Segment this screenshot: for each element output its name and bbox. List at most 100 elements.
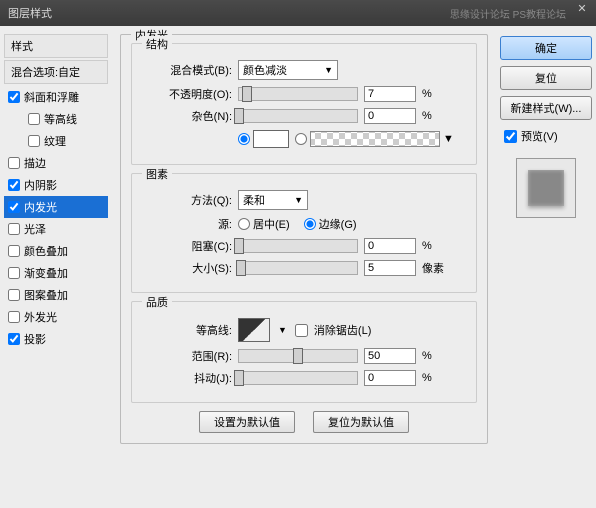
- close-icon[interactable]: ✕: [572, 2, 592, 18]
- opacity-pct: %: [422, 88, 452, 100]
- titlebar: 图层样式 思缘设计论坛 PS教程论坛 ✕: [0, 0, 596, 26]
- preview-checkbox[interactable]: [504, 130, 517, 143]
- sidebar-sub[interactable]: 混合选项:自定: [4, 60, 108, 84]
- style-checkbox[interactable]: [8, 245, 20, 257]
- range-label: 范围(R):: [142, 348, 232, 364]
- style-label: 描边: [24, 155, 46, 171]
- preview-swatch: [528, 170, 564, 206]
- jitter-label: 抖动(J):: [142, 370, 232, 386]
- style-item[interactable]: 颜色叠加: [4, 240, 108, 262]
- style-checkbox[interactable]: [8, 333, 20, 345]
- style-item[interactable]: 描边: [4, 152, 108, 174]
- structure-title: 结构: [142, 36, 172, 52]
- source-edge[interactable]: 边缘(G): [304, 216, 357, 232]
- style-checkbox[interactable]: [28, 113, 40, 125]
- jitter-pct: %: [422, 372, 452, 384]
- style-checkbox[interactable]: [8, 267, 20, 279]
- style-checkbox[interactable]: [8, 223, 20, 235]
- style-item[interactable]: 光泽: [4, 218, 108, 240]
- style-label: 斜面和浮雕: [24, 89, 79, 105]
- right-panel: 确定 复位 新建样式(W)... 预览(V): [500, 30, 592, 504]
- range-pct: %: [422, 350, 452, 362]
- inner-glow-group: 内发光 结构 混合模式(B): 颜色减淡 ▼ 不透明度(O): 7 %: [120, 34, 488, 444]
- technique-dropdown[interactable]: 柔和 ▼: [238, 190, 308, 210]
- style-checkbox[interactable]: [8, 91, 20, 103]
- elements-group: 图素 方法(Q): 柔和 ▼ 源: 居中(E) 边缘(G) 阻塞(: [131, 173, 477, 293]
- gradient-preview[interactable]: [310, 131, 440, 147]
- style-label: 内发光: [24, 199, 57, 215]
- opacity-value[interactable]: 7: [364, 86, 416, 102]
- content: 样式 混合选项:自定 斜面和浮雕等高线纹理描边内阴影内发光光泽颜色叠加渐变叠加图…: [0, 26, 596, 508]
- style-checkbox[interactable]: [8, 179, 20, 191]
- radio-center[interactable]: [238, 218, 250, 230]
- quality-group: 品质 等高线: ▼ 消除锯齿(L) 范围(R): 50 % 抖动(J):: [131, 301, 477, 403]
- opacity-label: 不透明度(O):: [142, 86, 232, 102]
- jitter-value[interactable]: 0: [364, 370, 416, 386]
- style-checkbox[interactable]: [8, 289, 20, 301]
- noise-value[interactable]: 0: [364, 108, 416, 124]
- style-item[interactable]: 等高线: [4, 108, 108, 130]
- style-checkbox[interactable]: [8, 201, 20, 213]
- preview-check[interactable]: 预览(V): [500, 126, 592, 146]
- watermark: 思缘设计论坛 PS教程论坛: [450, 6, 566, 21]
- color-swatch[interactable]: [253, 130, 289, 148]
- ok-button[interactable]: 确定: [500, 36, 592, 60]
- style-item[interactable]: 纹理: [4, 130, 108, 152]
- style-item[interactable]: 斜面和浮雕: [4, 86, 108, 108]
- noise-slider[interactable]: [238, 109, 358, 123]
- antialias-checkbox[interactable]: [295, 324, 308, 337]
- sidebar: 样式 混合选项:自定 斜面和浮雕等高线纹理描边内阴影内发光光泽颜色叠加渐变叠加图…: [4, 30, 108, 504]
- size-value[interactable]: 5: [364, 260, 416, 276]
- size-label: 大小(S):: [142, 260, 232, 276]
- contour-picker[interactable]: [238, 318, 270, 342]
- style-item[interactable]: 渐变叠加: [4, 262, 108, 284]
- size-unit: 像素: [422, 260, 452, 276]
- style-item[interactable]: 内阴影: [4, 174, 108, 196]
- choke-value[interactable]: 0: [364, 238, 416, 254]
- style-item[interactable]: 投影: [4, 328, 108, 350]
- style-label: 颜色叠加: [24, 243, 68, 259]
- blend-mode-dropdown[interactable]: 颜色减淡 ▼: [238, 60, 338, 80]
- main-panel: 内发光 结构 混合模式(B): 颜色减淡 ▼ 不透明度(O): 7 %: [112, 30, 496, 504]
- style-label: 外发光: [24, 309, 57, 325]
- opacity-slider[interactable]: [238, 87, 358, 101]
- quality-title: 品质: [142, 294, 172, 310]
- jitter-slider[interactable]: [238, 371, 358, 385]
- color-source-gradient[interactable]: ▼: [295, 131, 454, 147]
- preview-box: [516, 158, 576, 218]
- style-item[interactable]: 图案叠加: [4, 284, 108, 306]
- preview-label: 预览(V): [521, 128, 558, 144]
- sidebar-header: 样式: [4, 34, 108, 58]
- choke-pct: %: [422, 240, 452, 252]
- radio-solid[interactable]: [238, 133, 250, 145]
- style-checkbox[interactable]: [8, 157, 20, 169]
- chevron-down-icon[interactable]: ▼: [443, 133, 454, 145]
- radio-edge[interactable]: [304, 218, 316, 230]
- size-slider[interactable]: [238, 261, 358, 275]
- style-item[interactable]: 外发光: [4, 306, 108, 328]
- choke-label: 阻塞(C):: [142, 238, 232, 254]
- contour-label: 等高线:: [142, 322, 232, 338]
- style-item[interactable]: 内发光: [4, 196, 108, 218]
- noise-pct: %: [422, 110, 452, 122]
- chevron-down-icon: ▼: [324, 65, 333, 75]
- cancel-button[interactable]: 复位: [500, 66, 592, 90]
- style-checkbox[interactable]: [28, 135, 40, 147]
- range-slider[interactable]: [238, 349, 358, 363]
- style-checkbox[interactable]: [8, 311, 20, 323]
- source-center[interactable]: 居中(E): [238, 216, 290, 232]
- choke-slider[interactable]: [238, 239, 358, 253]
- radio-gradient[interactable]: [295, 133, 307, 145]
- style-label: 光泽: [24, 221, 46, 237]
- chevron-down-icon[interactable]: ▼: [276, 325, 289, 335]
- make-default-button[interactable]: 设置为默认值: [199, 411, 295, 433]
- technique-value: 柔和: [243, 192, 265, 208]
- color-source-solid[interactable]: [238, 130, 289, 148]
- range-value[interactable]: 50: [364, 348, 416, 364]
- blend-label: 混合模式(B):: [142, 62, 232, 78]
- new-style-button[interactable]: 新建样式(W)...: [500, 96, 592, 120]
- elements-title: 图素: [142, 166, 172, 182]
- style-label: 投影: [24, 331, 46, 347]
- reset-default-button[interactable]: 复位为默认值: [313, 411, 409, 433]
- style-label: 图案叠加: [24, 287, 68, 303]
